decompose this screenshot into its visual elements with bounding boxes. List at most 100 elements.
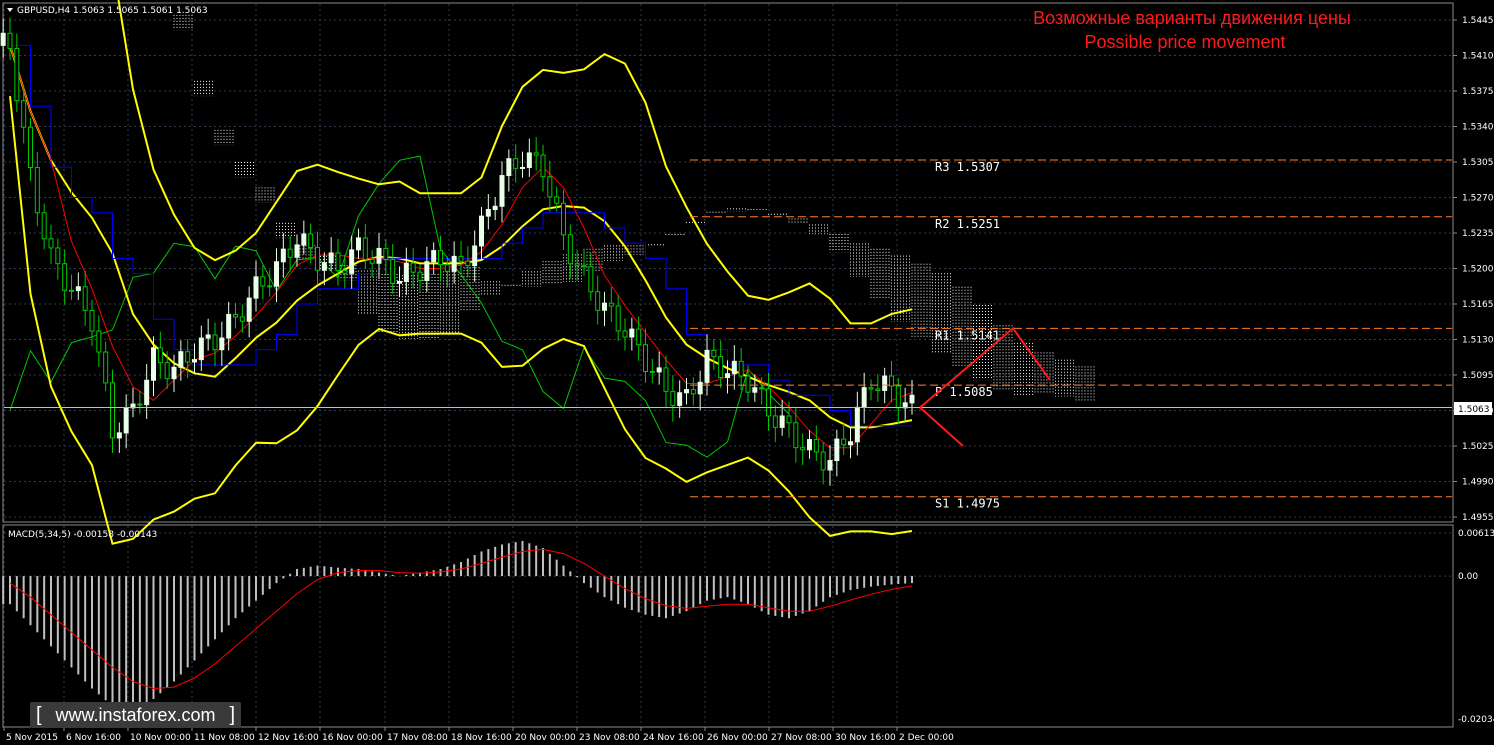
- chart-title-en: Possible price movement: [1084, 32, 1285, 52]
- chart-canvas[interactable]: R3 1.5307R2 1.5251R1 1.5141P 1.5085S1 1.…: [0, 0, 1494, 745]
- candle-body: [82, 286, 88, 311]
- y-tick-label: 1.4955: [1462, 513, 1494, 523]
- candle-body: [711, 349, 717, 358]
- x-tick-label: 27 Nov 08:00: [771, 733, 832, 743]
- candle-body: [321, 262, 327, 271]
- chart-title-ru: Возможные варианты движения цены: [1033, 8, 1351, 28]
- candle-body: [280, 248, 286, 263]
- candle-body: [369, 258, 375, 264]
- y-tick-label: 1.5130: [1462, 336, 1494, 346]
- candle-body: [608, 302, 614, 307]
- candle-body: [62, 263, 68, 291]
- candle-body: [574, 263, 580, 266]
- candle-body: [151, 347, 156, 381]
- candle-body: [157, 347, 163, 364]
- candle-body: [253, 276, 259, 299]
- candle-body: [752, 387, 758, 393]
- candle-body: [540, 154, 546, 178]
- candle-body: [451, 255, 457, 272]
- candle-body: [431, 250, 437, 263]
- candle-body: [75, 286, 81, 292]
- candle-body: [547, 176, 553, 198]
- candle-body: [588, 266, 594, 293]
- candle-body: [554, 196, 560, 204]
- candle-body: [424, 261, 430, 282]
- candle-body: [725, 373, 730, 379]
- candle-body: [506, 158, 512, 177]
- y-tick-label: 1.5305: [1462, 158, 1494, 168]
- candle-body: [185, 351, 191, 363]
- macd-frame: [2, 524, 1454, 728]
- candle-body: [192, 359, 197, 363]
- candle-body: [239, 316, 245, 322]
- candle-body: [89, 309, 95, 332]
- x-tick-label: 11 Nov 08:00: [194, 733, 255, 743]
- candle-body: [656, 367, 662, 373]
- watermark-right-bracket: ]: [229, 704, 235, 726]
- candle-body: [793, 422, 799, 449]
- candle-body: [520, 166, 525, 169]
- candle-body: [403, 262, 409, 282]
- candle-body: [526, 152, 532, 168]
- macd-tick-label: -0.02034: [1458, 715, 1494, 725]
- x-tick-label: 23 Nov 08:00: [579, 733, 640, 743]
- candle-body: [745, 375, 751, 393]
- candle-body: [909, 394, 915, 404]
- candle-body: [718, 356, 724, 379]
- candle-body: [444, 264, 450, 272]
- candle-body: [649, 370, 655, 373]
- candle-body: [848, 441, 853, 446]
- candle-body: [69, 289, 74, 292]
- candle-body: [308, 233, 314, 249]
- candle-body: [301, 233, 307, 246]
- candle-body: [472, 245, 478, 267]
- candle-body: [198, 337, 204, 361]
- candle-body: [820, 451, 826, 471]
- candle-body: [21, 100, 27, 128]
- candle-body: [116, 432, 122, 439]
- candle-body: [465, 260, 471, 267]
- candle-body: [219, 337, 225, 351]
- symbol-header: GBPUSD,H4 1.5063 1.5065 1.5061 1.5063: [7, 6, 208, 16]
- candle-body: [356, 237, 361, 251]
- candle-body: [0, 32, 6, 46]
- y-tick-label: 1.4990: [1462, 478, 1494, 488]
- x-tick-label: 2 Dec 00:00: [899, 733, 954, 743]
- x-tick-label: 18 Nov 16:00: [451, 733, 512, 743]
- candle-body: [417, 271, 423, 282]
- candle-body: [287, 248, 293, 258]
- candle-body: [397, 280, 402, 284]
- candle-body: [499, 175, 505, 207]
- candle-body: [485, 209, 491, 217]
- candle-body: [479, 215, 484, 247]
- candle-body: [103, 351, 109, 384]
- candle-body: [376, 247, 382, 264]
- candle-body: [684, 389, 689, 394]
- candle-body: [581, 264, 587, 268]
- candle-body: [807, 439, 812, 451]
- candle-body: [212, 334, 218, 351]
- candle-body: [813, 439, 819, 453]
- pivot-label-r2: R2 1.5251: [935, 217, 1000, 231]
- x-tick-label: 16 Nov 00:00: [322, 733, 383, 743]
- watermark[interactable]: [ www.instaforex.com ]: [30, 702, 241, 728]
- candle-body: [875, 388, 881, 391]
- candle-body: [294, 244, 300, 258]
- candle-body: [438, 250, 443, 266]
- candle-body: [704, 349, 710, 383]
- candle-body: [260, 276, 266, 287]
- candle-body: [895, 385, 901, 409]
- candle-body: [144, 379, 150, 406]
- candle-body: [246, 297, 252, 322]
- candle-body: [663, 367, 669, 392]
- y-tick-label: 1.5410: [1462, 52, 1494, 62]
- candle-body: [226, 313, 232, 339]
- symbol-label: GBPUSD,H4 1.5063 1.5065 1.5061 1.5063: [17, 6, 208, 16]
- candle-body: [677, 392, 683, 406]
- candle-body: [137, 403, 143, 406]
- candle-body: [171, 366, 177, 380]
- candle-body: [164, 362, 170, 380]
- x-tick-label: 5 Nov 2015: [6, 733, 58, 743]
- x-tick-label: 17 Nov 08:00: [387, 733, 448, 743]
- candle-body: [772, 415, 778, 428]
